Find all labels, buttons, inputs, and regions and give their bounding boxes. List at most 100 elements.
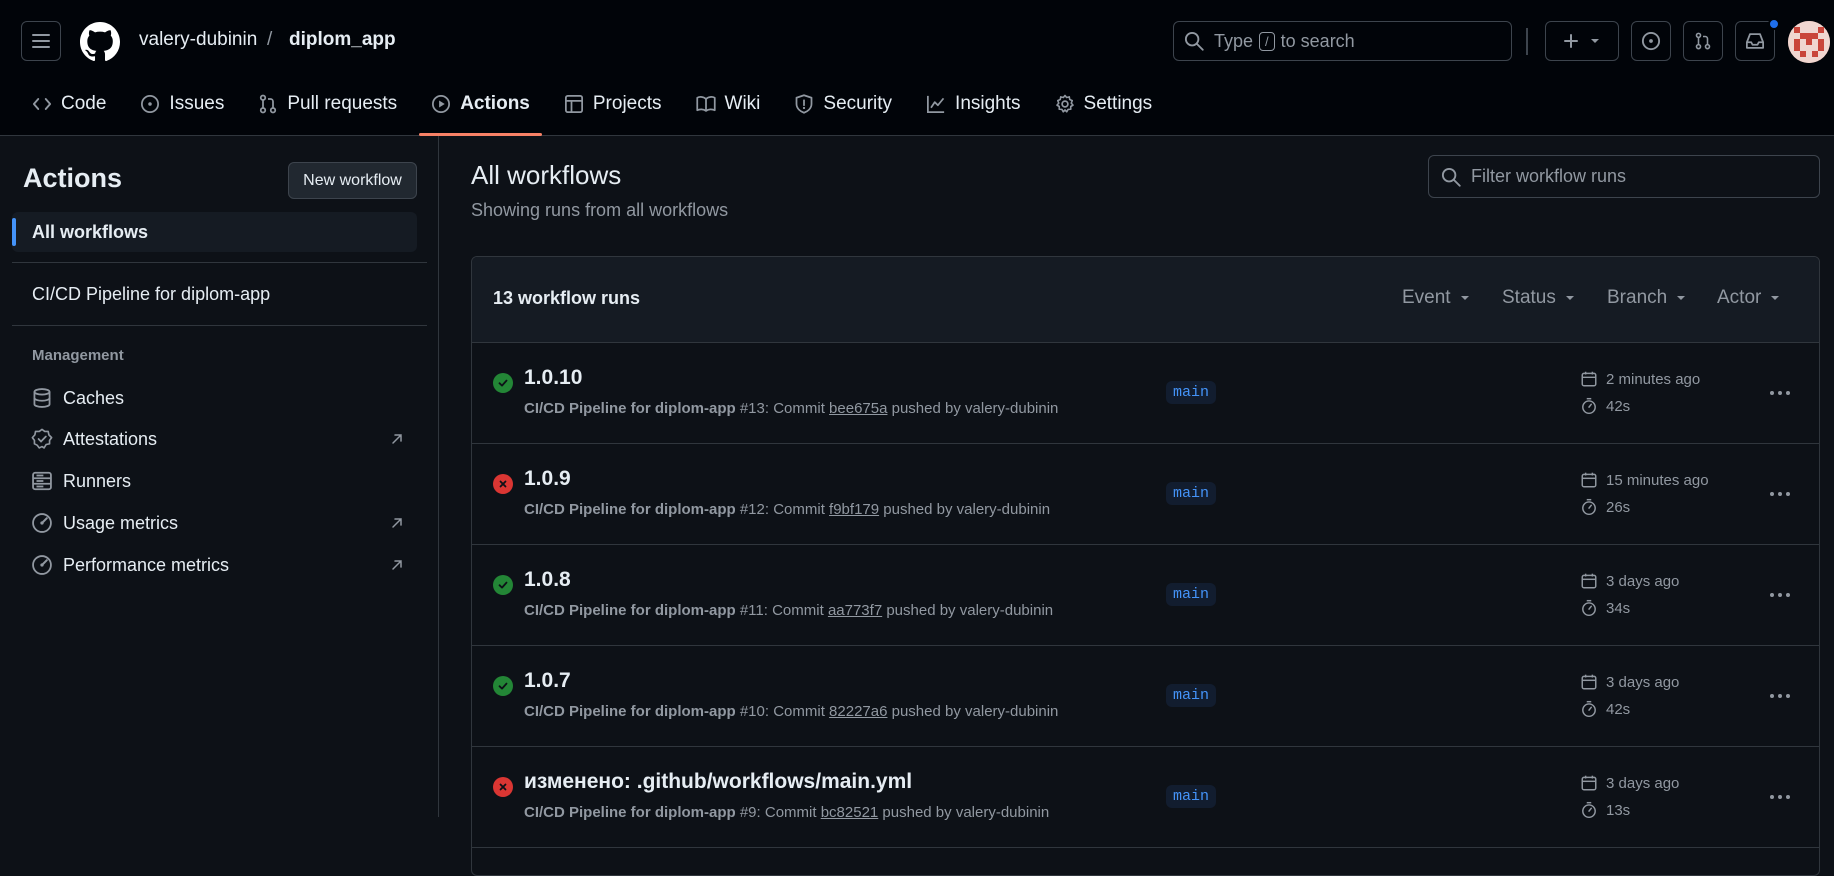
issues-button[interactable] (1631, 21, 1671, 61)
sidebar-item-caches[interactable]: Caches (12, 378, 417, 418)
run-actor[interactable]: valery-dubinin (965, 400, 1058, 417)
workflow-run-row[interactable]: 1.0.8 CI/CD Pipeline for diplom-app #11: … (472, 545, 1819, 646)
page-title: All workflows (471, 160, 622, 190)
run-actor[interactable]: valery-dubinin (965, 703, 1058, 720)
runs-list-header: 13 workflow runs Event Status Branch Act… (472, 257, 1819, 343)
calendar-icon (1581, 472, 1597, 488)
branch-label[interactable]: main (1166, 583, 1217, 606)
tab-label: Pull requests (287, 93, 398, 114)
create-new-button[interactable] (1545, 21, 1619, 61)
filter-placeholder: Filter workflow runs (1471, 166, 1627, 186)
arrow-up-right-icon (392, 560, 402, 570)
commit-sha-link[interactable]: bc82521 (821, 804, 879, 821)
run-options-button[interactable] (1764, 684, 1796, 708)
run-duration-value: 34s (1606, 599, 1631, 617)
run-title[interactable]: 1.0.8 (524, 568, 571, 592)
tab-code[interactable]: Code (20, 84, 118, 124)
run-actor[interactable]: valery-dubinin (960, 602, 1053, 619)
branch-label[interactable]: main (1166, 684, 1217, 707)
shield-icon (796, 94, 813, 114)
check-icon (498, 379, 508, 387)
github-logo-icon[interactable] (80, 22, 120, 62)
workflow-run-row[interactable]: изменено: .github/workflows/main.yml CI/C… (472, 747, 1819, 848)
tab-insights[interactable]: Insights (914, 84, 1032, 124)
branch-filter-dropdown[interactable]: Branch (1607, 287, 1687, 309)
event-filter-dropdown[interactable]: Event (1402, 287, 1471, 309)
code-icon (32, 98, 52, 110)
table-icon (564, 95, 583, 113)
tab-security[interactable]: Security (782, 84, 904, 124)
pull-requests-button[interactable] (1683, 21, 1723, 61)
run-failure-icon (493, 777, 513, 797)
gear-icon (1055, 94, 1074, 113)
branch-label[interactable]: main (1166, 482, 1217, 505)
run-number: #13 (739, 400, 765, 417)
menu-button[interactable] (21, 21, 61, 61)
commit-sha-link[interactable]: f9bf179 (829, 501, 879, 518)
tab-settings[interactable]: Settings (1043, 84, 1165, 124)
book-icon (695, 96, 716, 112)
commit-sha-link[interactable]: 82227a6 (829, 703, 887, 720)
workflow-run-row[interactable]: 1.0.7 CI/CD Pipeline for diplom-app #10: … (472, 646, 1819, 747)
tab-actions[interactable]: Actions (419, 84, 542, 136)
actor-filter-dropdown[interactable]: Actor (1717, 287, 1781, 309)
run-options-button[interactable] (1764, 381, 1796, 405)
page-subtitle: Showing runs from all workflows (471, 200, 729, 220)
triangle-down-icon (1460, 296, 1469, 300)
sidebar-item-workflow[interactable]: CI/CD Pipeline for diplom-app (12, 274, 417, 314)
run-failure-icon (493, 474, 513, 494)
tab-projects[interactable]: Projects (552, 84, 674, 124)
workflow-run-row[interactable]: 1.0.9 CI/CD Pipeline for diplom-app #12: … (472, 444, 1819, 545)
branch-label[interactable]: main (1166, 381, 1217, 404)
run-title[interactable]: изменено: .github/workflows/main.yml (524, 770, 912, 794)
status-filter-dropdown[interactable]: Status (1502, 287, 1576, 309)
run-options-button[interactable] (1764, 785, 1796, 809)
inbox-icon (1746, 33, 1764, 49)
workflow-run-row[interactable]: 1.0.10 CI/CD Pipeline for diplom-app #13:… (472, 343, 1819, 444)
sidebar-item-all-workflows[interactable]: All workflows (12, 212, 417, 252)
run-meta: CI/CD Pipeline for diplom-app #10: Commi… (524, 703, 1059, 720)
run-workflow-name: CI/CD Pipeline for diplom-app (524, 804, 736, 821)
breadcrumb-owner[interactable]: valery-dubinin (139, 28, 257, 52)
filter-runs-input[interactable]: Filter workflow runs (1428, 155, 1820, 198)
run-duration-value: 42s (1606, 700, 1631, 718)
breadcrumb-repo[interactable]: diplom_app (289, 28, 396, 52)
tab-pull-requests[interactable]: Pull requests (246, 84, 409, 124)
commit-sha-link[interactable]: aa773f7 (828, 602, 882, 619)
tab-issues[interactable]: Issues (128, 84, 236, 124)
search-shortcut-key: / (1259, 31, 1275, 51)
run-options-button[interactable] (1764, 482, 1796, 506)
filter-label: Event (1402, 287, 1451, 308)
tab-label: Projects (592, 93, 662, 114)
runs-count: 13 workflow runs (493, 288, 641, 308)
run-timestamp: 3 days ago (1580, 774, 1679, 792)
kebab-horizontal-icon (1770, 492, 1790, 496)
global-search[interactable]: Type / to search (1173, 21, 1512, 61)
commit-sha-link[interactable]: bee675a (829, 400, 887, 417)
run-actor[interactable]: valery-dubinin (957, 501, 1050, 518)
sidebar-item-usage-metrics[interactable]: Usage metrics (12, 503, 417, 543)
triangle-down-icon (1771, 296, 1780, 300)
kebab-horizontal-icon (1770, 795, 1790, 799)
kebab-horizontal-icon (1770, 694, 1790, 698)
run-workflow-name: CI/CD Pipeline for diplom-app (524, 703, 736, 720)
branch-label[interactable]: main (1166, 785, 1217, 808)
sidebar-item-label: Runners (63, 470, 132, 491)
sidebar-item-runners[interactable]: Runners (12, 461, 417, 501)
sidebar-item-attestations[interactable]: Attestations (12, 419, 417, 459)
run-success-icon (493, 373, 513, 393)
sidebar-item-performance-metrics[interactable]: Performance metrics (12, 545, 417, 585)
new-workflow-button[interactable]: New workflow (288, 162, 417, 199)
repo-nav: Code Issues Pull requests Actions Projec… (20, 84, 1174, 136)
hamburger-icon (32, 34, 50, 48)
run-actor[interactable]: valery-dubinin (956, 804, 1049, 821)
run-options-button[interactable] (1764, 583, 1796, 607)
run-title[interactable]: 1.0.9 (524, 467, 571, 491)
database-icon (33, 388, 51, 408)
tab-wiki[interactable]: Wiki (684, 84, 773, 124)
run-meta: CI/CD Pipeline for diplom-app #13: Commi… (524, 400, 1059, 417)
run-title[interactable]: 1.0.10 (524, 366, 582, 390)
run-number: #9 (739, 804, 757, 821)
run-title[interactable]: 1.0.7 (524, 669, 571, 693)
avatar[interactable] (1788, 21, 1830, 63)
